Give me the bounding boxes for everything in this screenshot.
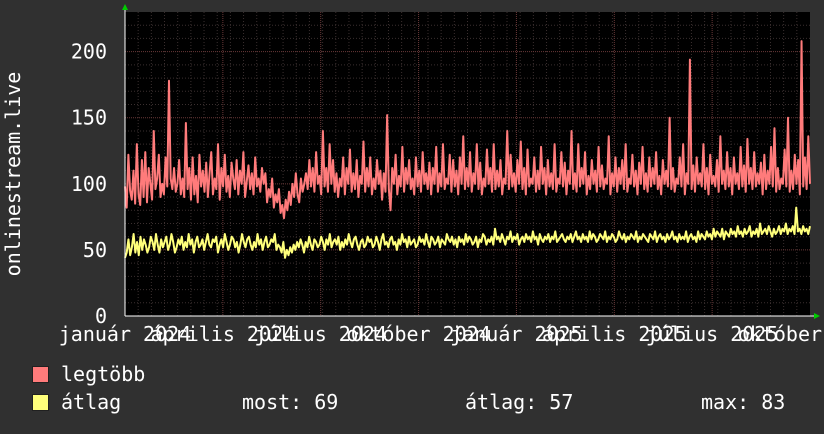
stat-max: max: 83	[701, 390, 786, 414]
y-axis-label: onlinestream.live	[1, 72, 25, 277]
y-tick-label: 200	[71, 40, 107, 64]
y-axis-arrow	[122, 4, 128, 10]
x-axis-arrow	[814, 313, 820, 319]
stat-average: átlag: 57	[465, 390, 574, 414]
legend-label-max: legtöbb	[61, 362, 146, 386]
legend-swatch-avg	[32, 393, 49, 411]
legend-swatch-max	[32, 365, 49, 383]
stat-current: most: 69	[242, 390, 339, 414]
y-tick-label: 50	[83, 238, 107, 262]
x-tick-label: október 2025	[738, 322, 824, 346]
legend-label-avg: átlag	[61, 390, 122, 414]
legend-item-avg: átlag	[32, 390, 121, 414]
y-tick-label: 150	[71, 106, 107, 130]
legend-item-max: legtöbb	[32, 362, 145, 386]
y-tick-label: 100	[71, 172, 107, 196]
